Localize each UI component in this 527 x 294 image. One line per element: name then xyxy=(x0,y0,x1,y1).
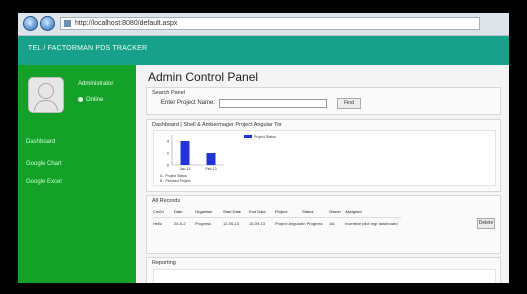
sidebar-status: Online xyxy=(78,97,103,103)
bar-chart: 4 2 0 Jan-13 Feb-13 Project Status A - Project… xyxy=(160,135,276,183)
column-header[interactable]: End Date xyxy=(249,206,275,218)
table-cell: 15-09-13 xyxy=(249,217,275,229)
legend-swatch xyxy=(244,135,252,138)
user-head-icon xyxy=(38,83,54,99)
page-icon xyxy=(64,20,71,27)
table-cell: In Progress xyxy=(302,217,330,229)
search-label: Enter Project Name: xyxy=(161,100,216,106)
page-title: Admin Control Panel xyxy=(148,70,259,84)
column-header[interactable]: Organiser xyxy=(195,206,223,218)
column-header[interactable]: Date xyxy=(174,206,195,218)
records-table: Cm/Id Date Organiser Start Date End Date… xyxy=(153,206,402,229)
y-tick-label: 4 xyxy=(167,139,170,144)
bar xyxy=(206,153,216,165)
browser-window: ‹ › http://localhost:8080/default.aspx T… xyxy=(18,13,509,283)
online-dot-icon xyxy=(78,97,83,102)
table-cell: Progress xyxy=(195,217,223,229)
y-tick-label: 2 xyxy=(167,151,170,156)
column-header[interactable]: Owner xyxy=(329,206,345,218)
delete-row-button[interactable]: Delete xyxy=(477,218,495,229)
user-shoulders-icon xyxy=(34,100,58,111)
table-header-row: Cm/Id Date Organiser Start Date End Date… xyxy=(153,206,401,218)
y-tick-label: 0 xyxy=(167,163,170,168)
column-header[interactable]: Project xyxy=(275,206,302,218)
forward-arrow-icon[interactable]: › xyxy=(40,16,55,31)
bar xyxy=(180,141,190,165)
legend-label: Project Status xyxy=(254,135,276,139)
records-panel-heading: All Records xyxy=(152,198,181,204)
reporting-panel-heading: Reporting xyxy=(152,260,176,266)
sidebar-status-label: Online xyxy=(86,97,104,104)
main-content: Admin Control Panel Search Panel Enter P… xyxy=(136,65,509,283)
column-header[interactable]: Status xyxy=(302,206,329,218)
sidebar-username: Administrator xyxy=(78,81,114,87)
table-cell: 1st xyxy=(329,217,346,229)
table-cell: Hello xyxy=(153,217,174,229)
column-header[interactable]: Assigned xyxy=(345,206,401,218)
search-panel: Search Panel Enter Project Name: Find xyxy=(146,87,501,115)
reporting-panel: Reporting xyxy=(146,257,501,283)
chart-container: 4 2 0 Jan-13 Feb-13 Project Status A - Project… xyxy=(153,130,496,186)
find-button[interactable]: Find xyxy=(337,98,361,109)
x-tick-label: Jan-13 xyxy=(180,167,191,171)
table-cell: Project Angular xyxy=(275,217,303,229)
dashboard-panel: Dashboard | Shell & Ambermager Project A… xyxy=(146,119,501,192)
app-title: TEL / FACTORMAN PDS TRACKER xyxy=(28,45,148,52)
table-cell: 24-5-2 xyxy=(174,217,195,229)
back-arrow-icon[interactable]: ‹ xyxy=(23,16,38,31)
column-header[interactable]: Start Date xyxy=(223,206,249,218)
sidebar-item-google-excel[interactable]: Google Excel xyxy=(26,179,62,185)
browser-toolbar: ‹ › http://localhost:8080/default.aspx xyxy=(18,13,509,36)
records-panel: All Records Cm/Id Date Organiser Start D… xyxy=(146,195,501,254)
address-bar-url: http://localhost:8080/default.aspx xyxy=(75,20,178,27)
sidebar: Administrator Online Dashboard Google Ch… xyxy=(18,65,136,283)
search-panel-heading: Search Panel xyxy=(152,90,186,96)
chart-note: A - Project Status xyxy=(160,174,187,178)
project-name-input[interactable] xyxy=(219,99,327,108)
sidebar-item-dashboard[interactable]: Dashboard xyxy=(26,139,55,145)
avatar xyxy=(28,77,64,113)
app-header: TEL / FACTORMAN PDS TRACKER xyxy=(18,36,509,65)
table-row: Hello 24-5-2 Progress 12-05-13 15-09-13 … xyxy=(153,217,402,229)
column-header[interactable]: Cm/Id xyxy=(153,206,174,218)
address-bar[interactable]: http://localhost:8080/default.aspx xyxy=(60,17,480,30)
table-cell: Incentive pilot mgr dashboard xyxy=(345,217,402,229)
sidebar-item-google-chart[interactable]: Google Chart xyxy=(26,161,62,167)
x-tick-label: Feb-13 xyxy=(205,167,216,171)
reporting-area xyxy=(153,269,496,283)
table-cell: 12-05-13 xyxy=(223,217,249,229)
dashboard-panel-heading: Dashboard | Shell & Ambermager Project A… xyxy=(152,122,282,128)
chart-note: B - Finished Project xyxy=(160,179,191,183)
